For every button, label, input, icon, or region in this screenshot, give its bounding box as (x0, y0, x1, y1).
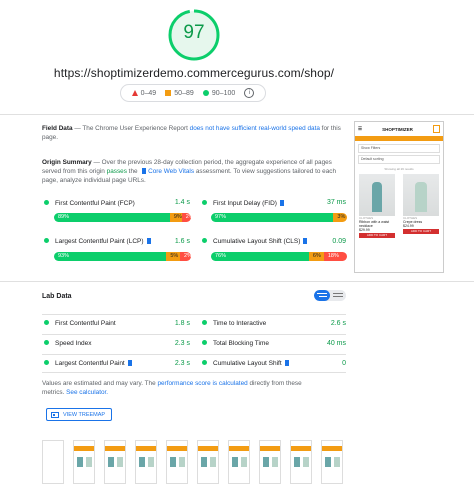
pass-dot-icon (44, 238, 49, 243)
pass-dot-icon (202, 360, 207, 365)
score-calculated-link[interactable]: performance score is calculated (157, 380, 247, 387)
add-to-cart-button[interactable]: ADD TO CART (359, 233, 395, 238)
treemap-icon (51, 411, 59, 418)
lab-lcp-label: Largest Contentful Paint (44, 360, 132, 367)
cwv-flag-icon (279, 200, 284, 206)
performance-score: 97 (183, 22, 205, 43)
filmstrip-frame (259, 440, 281, 484)
filmstrip-frame (166, 440, 188, 484)
fcp-label: First Contentful Paint (FCP) (44, 200, 135, 207)
lab-tti-value: 2.6 s (330, 320, 346, 327)
cwv-flag-icon (284, 360, 289, 366)
pass-dot-icon (202, 200, 207, 205)
pass-dot-icon (202, 238, 207, 243)
filmstrip-frame (104, 440, 126, 484)
origin-summary-title: Origin Summary (42, 159, 92, 166)
divider (0, 114, 474, 115)
cwv-flag-icon (127, 360, 132, 366)
lab-data-title: Lab Data (42, 293, 72, 300)
filmstrip-frame (197, 440, 219, 484)
lab-cls-value: 0 (342, 360, 346, 367)
fid-distribution-bar: 97% 3% (211, 213, 347, 222)
add-to-cart-button[interactable]: ADD TO CART (403, 229, 439, 234)
lab-si-label: Speed Index (44, 340, 92, 347)
lab-note: Values are estimated and may vary. The p… (42, 380, 302, 396)
lab-lcp-value: 2.3 s (174, 360, 190, 367)
divider (42, 354, 346, 355)
divider (42, 334, 346, 335)
pass-dot-icon (44, 320, 49, 325)
filmstrip-frame (73, 440, 95, 484)
filmstrip-frame (42, 440, 64, 484)
field-data-section: Field Data — The Chrome User Experience … (42, 125, 341, 141)
cls-distribution-bar: 76% 6% 18% (211, 252, 347, 261)
score-legend: 0–49 50–89 90–100 i (120, 84, 266, 102)
legend-pass: 90–100 (202, 89, 235, 97)
passes-label: passes (106, 168, 127, 175)
menu-icon: ☰ (358, 126, 363, 131)
average-square-icon (165, 89, 172, 96)
preview-brand: SHOPTIMIZER (382, 126, 413, 132)
field-data-link[interactable]: does not have sufficient real-world spee… (190, 125, 320, 132)
list-view-icon (317, 293, 327, 297)
cwv-flag-icon (142, 168, 147, 174)
filmstrip-frame (228, 440, 250, 484)
page-url: https://shoptimizerdemo.commercegurus.co… (53, 66, 335, 80)
fcp-value: 1.4 s (174, 199, 190, 206)
lab-fcp-label: First Contentful Paint (44, 320, 116, 327)
lcp-value: 1.6 s (174, 238, 190, 245)
fcp-distribution-bar: 89%9%2% (54, 213, 191, 222)
lab-tbt-label: Total Blocking Time (202, 340, 269, 347)
preview-header: ☰ SHOPTIMIZER (355, 122, 443, 136)
view-treemap-button[interactable]: VIEW TREEMAP (46, 408, 112, 421)
divider (42, 372, 346, 373)
pass-dot-icon (44, 360, 49, 365)
divider (42, 314, 346, 315)
filmstrip-frame (321, 440, 343, 484)
pass-dot-icon (202, 320, 207, 325)
preview-banner (355, 136, 443, 141)
lab-cls-label: Cumulative Layout Shift (202, 360, 289, 367)
detail-view-icon (333, 293, 343, 297)
fail-triangle-icon (131, 89, 138, 96)
lcp-distribution-bar: 93%5%2% (54, 252, 191, 261)
page-screenshot-preview: ☰ SHOPTIMIZER Show Filters Default sorti… (354, 121, 444, 273)
preview-filters: Show Filters (358, 144, 440, 153)
cls-label: Cumulative Layout Shift (CLS) (202, 238, 308, 245)
lab-si-value: 2.3 s (174, 340, 190, 347)
legend-average: 50–89 (165, 89, 194, 97)
info-icon[interactable]: i (244, 88, 255, 98)
fid-value: 37 ms (326, 199, 346, 206)
lab-tti-label: Time to Interactive (202, 320, 266, 327)
preview-product-1: CLOTHES Ribbon with a waist necklace $29… (359, 174, 395, 238)
cart-icon (433, 125, 440, 133)
view-toggle[interactable] (314, 290, 346, 301)
filmstrip-frame (290, 440, 312, 484)
preview-sorting: Default sorting (358, 155, 440, 164)
pass-dot-icon (44, 200, 49, 205)
preview-results: Showing all 26 results (384, 167, 414, 171)
product-image (359, 174, 395, 216)
divider (0, 281, 474, 282)
lcp-label: Largest Contentful Paint (LCP) (44, 238, 151, 245)
origin-summary-section: Origin Summary — Over the previous 28-da… (42, 159, 337, 184)
field-data-title: Field Data (42, 125, 73, 132)
core-web-vitals-link[interactable]: Core Web Vitals (148, 168, 194, 175)
pass-dot-icon (44, 340, 49, 345)
cls-value: 0.09 (332, 238, 346, 245)
lab-fcp-value: 1.8 s (174, 320, 190, 327)
preview-product-2: CLOTHES Crepe dress $24.99 ADD TO CART (403, 174, 439, 238)
see-calculator-link[interactable]: See calculator. (66, 389, 108, 396)
fid-label: First Input Delay (FID) (202, 200, 284, 207)
lab-tbt-value: 40 ms (326, 340, 346, 347)
product-image (403, 174, 439, 216)
filmstrip-frame (135, 440, 157, 484)
legend-fail: 0–49 (131, 89, 156, 97)
pass-circle-icon (202, 89, 209, 96)
pass-dot-icon (202, 340, 207, 345)
